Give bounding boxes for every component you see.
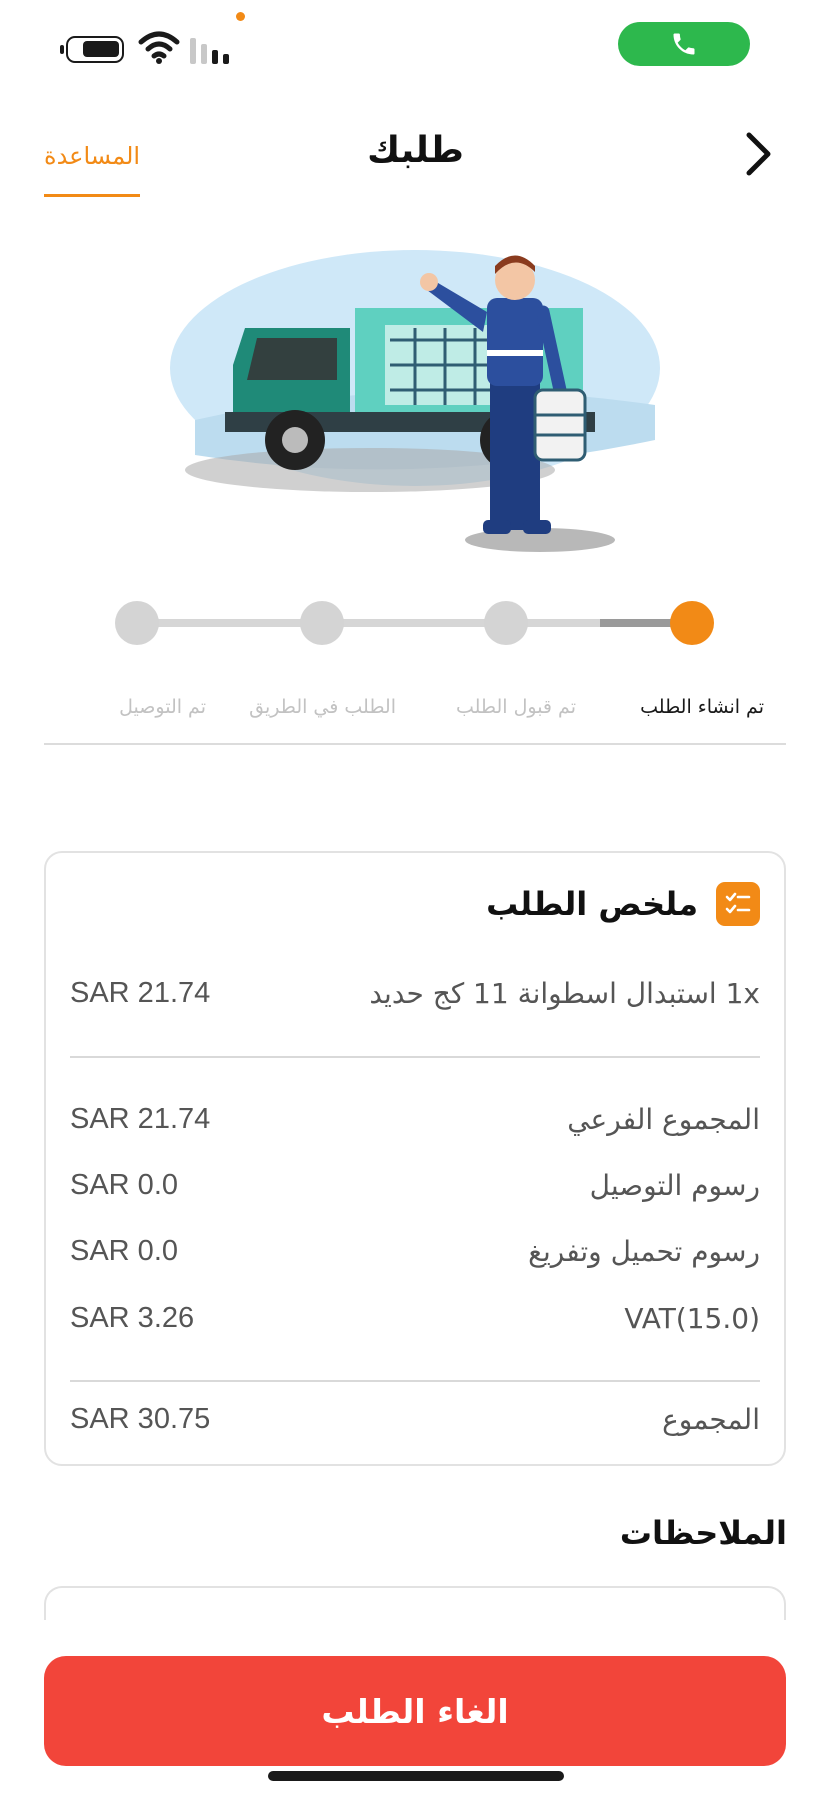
step-dot-accepted — [484, 601, 528, 645]
cancel-order-button[interactable]: الغاء الطلب — [44, 1656, 786, 1766]
item-price: SAR 21.74 — [70, 977, 211, 1009]
chevron-right-icon — [746, 132, 771, 176]
step-dot-created — [670, 601, 714, 645]
step-label-created: تم انشاء الطلب — [640, 696, 764, 718]
recording-indicator-dot — [236, 12, 245, 21]
phone-icon — [673, 33, 695, 55]
checklist-icon — [716, 882, 760, 926]
delivery-fee-row: رسوم التوصيل SAR 0.0 — [70, 1165, 760, 1209]
delivery-illustration — [170, 250, 660, 552]
battery-icon — [60, 36, 124, 63]
active-call-pill[interactable] — [618, 22, 750, 66]
step-label-accepted: تم قبول الطلب — [455, 696, 576, 718]
section-divider — [44, 743, 786, 745]
step-dot-on-the-way — [300, 601, 344, 645]
cancel-order-label: الغاء الطلب — [321, 1691, 509, 1731]
total-value: SAR 30.75 — [70, 1403, 211, 1435]
vat-value: SAR 3.26 — [70, 1302, 195, 1334]
home-indicator — [268, 1771, 564, 1781]
step-labels: تم انشاء الطلب تم قبول الطلب الطلب في ال… — [44, 696, 764, 736]
scroll-fade — [30, 1620, 800, 1650]
loading-fee-row: رسوم تحميل وتفريغ SAR 0.0 — [70, 1231, 760, 1275]
card-divider — [70, 1056, 760, 1058]
subtotal-value: SAR 21.74 — [70, 1103, 211, 1135]
order-item-row: 1x استبدال اسطوانة 11 كج حديد SAR 21.74 — [70, 973, 760, 1017]
total-label: المجموع — [662, 1403, 760, 1436]
summary-header: ملخص الطلب — [486, 879, 760, 929]
summary-title: ملخص الطلب — [486, 885, 698, 923]
help-underline — [44, 194, 140, 197]
order-progress-tracker — [0, 590, 831, 650]
item-label: 1x استبدال اسطوانة 11 كج حديد — [369, 977, 760, 1010]
subtotal-label: المجموع الفرعي — [567, 1103, 760, 1136]
loading-fee-value: SAR 0.0 — [70, 1235, 178, 1267]
delivery-fee-value: SAR 0.0 — [70, 1169, 178, 1201]
loading-fee-label: رسوم تحميل وتفريغ — [528, 1235, 760, 1268]
step-label-delivered: تم التوصيل — [119, 696, 206, 718]
subtotal-row: المجموع الفرعي SAR 21.74 — [70, 1099, 760, 1143]
card-divider — [70, 1380, 760, 1382]
vat-row: VAT(15.0) SAR 3.26 — [70, 1298, 760, 1342]
delivery-fee-label: رسوم التوصيل — [589, 1169, 760, 1202]
step-dot-delivered — [115, 601, 159, 645]
notes-title: الملاحظات — [619, 1514, 787, 1552]
back-button[interactable] — [736, 128, 780, 180]
total-row: المجموع SAR 30.75 — [70, 1399, 760, 1443]
order-summary-card: ملخص الطلب 1x استبدال اسطوانة 11 كج حديد… — [44, 851, 786, 1466]
signal-icon — [190, 38, 229, 64]
vat-label: VAT(15.0) — [624, 1302, 760, 1335]
page-title: طلبك — [367, 130, 464, 171]
wifi-icon — [138, 31, 180, 64]
step-label-on-the-way: الطلب في الطريق — [249, 696, 396, 718]
header: المساعدة طلبك — [0, 110, 831, 200]
status-bar — [0, 0, 831, 90]
